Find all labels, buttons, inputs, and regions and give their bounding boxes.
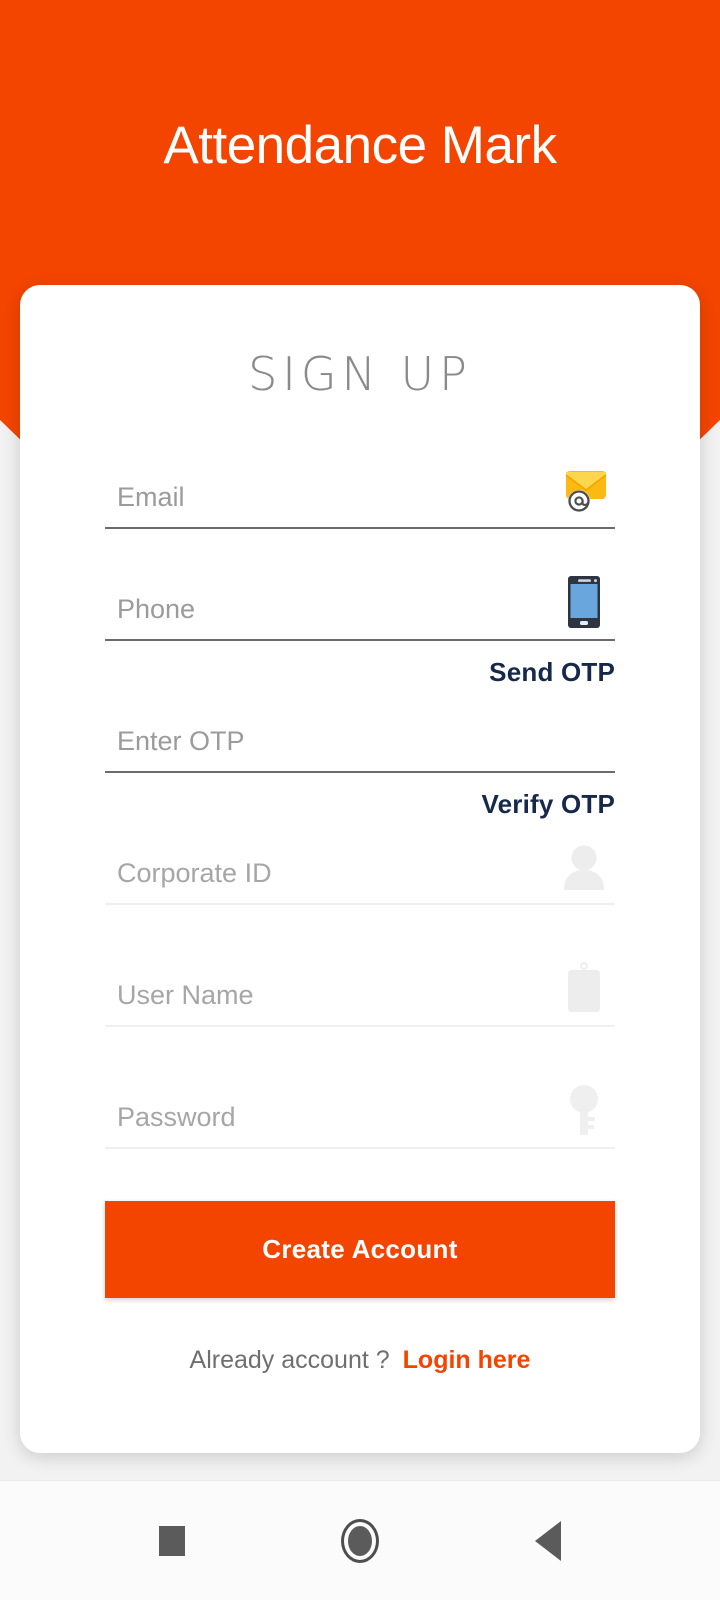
password-input[interactable] — [105, 1099, 615, 1147]
email-input[interactable] — [105, 479, 615, 527]
back-triangle-icon[interactable] — [513, 1506, 583, 1576]
signup-form: Send OTP Verify OTP — [20, 459, 700, 1375]
recents-square-icon[interactable] — [137, 1506, 207, 1576]
send-otp-row: Send OTP — [105, 641, 615, 703]
page-title: SIGN UP — [248, 347, 472, 401]
password-field-row[interactable] — [105, 1079, 615, 1149]
user-name-input[interactable] — [105, 977, 615, 1025]
send-otp-button[interactable]: Send OTP — [489, 657, 615, 688]
otp-input[interactable] — [105, 723, 615, 771]
corporate-id-field-row[interactable] — [105, 835, 615, 905]
signup-card: SIGN UP Email Phone Send OTP Enter OTP V… — [20, 285, 700, 1453]
login-here-link[interactable]: Login here — [403, 1346, 531, 1375]
user-name-field-row[interactable] — [105, 957, 615, 1027]
login-prompt-text: Already account ? — [189, 1346, 390, 1374]
login-row: Already account ? Login here — [105, 1346, 615, 1375]
android-navigation-bar — [0, 1480, 720, 1600]
home-circle-icon[interactable] — [325, 1506, 395, 1576]
verify-otp-row: Verify OTP — [105, 773, 615, 835]
otp-field-row[interactable] — [105, 703, 615, 773]
create-account-button[interactable]: Create Account — [105, 1201, 615, 1298]
verify-otp-button[interactable]: Verify OTP — [482, 789, 616, 820]
app-title: Attendance Mark — [163, 115, 557, 175]
corporate-id-input[interactable] — [105, 855, 615, 903]
email-field-row[interactable] — [105, 459, 615, 529]
phone-input[interactable] — [105, 591, 615, 639]
phone-field-row[interactable] — [105, 571, 615, 641]
